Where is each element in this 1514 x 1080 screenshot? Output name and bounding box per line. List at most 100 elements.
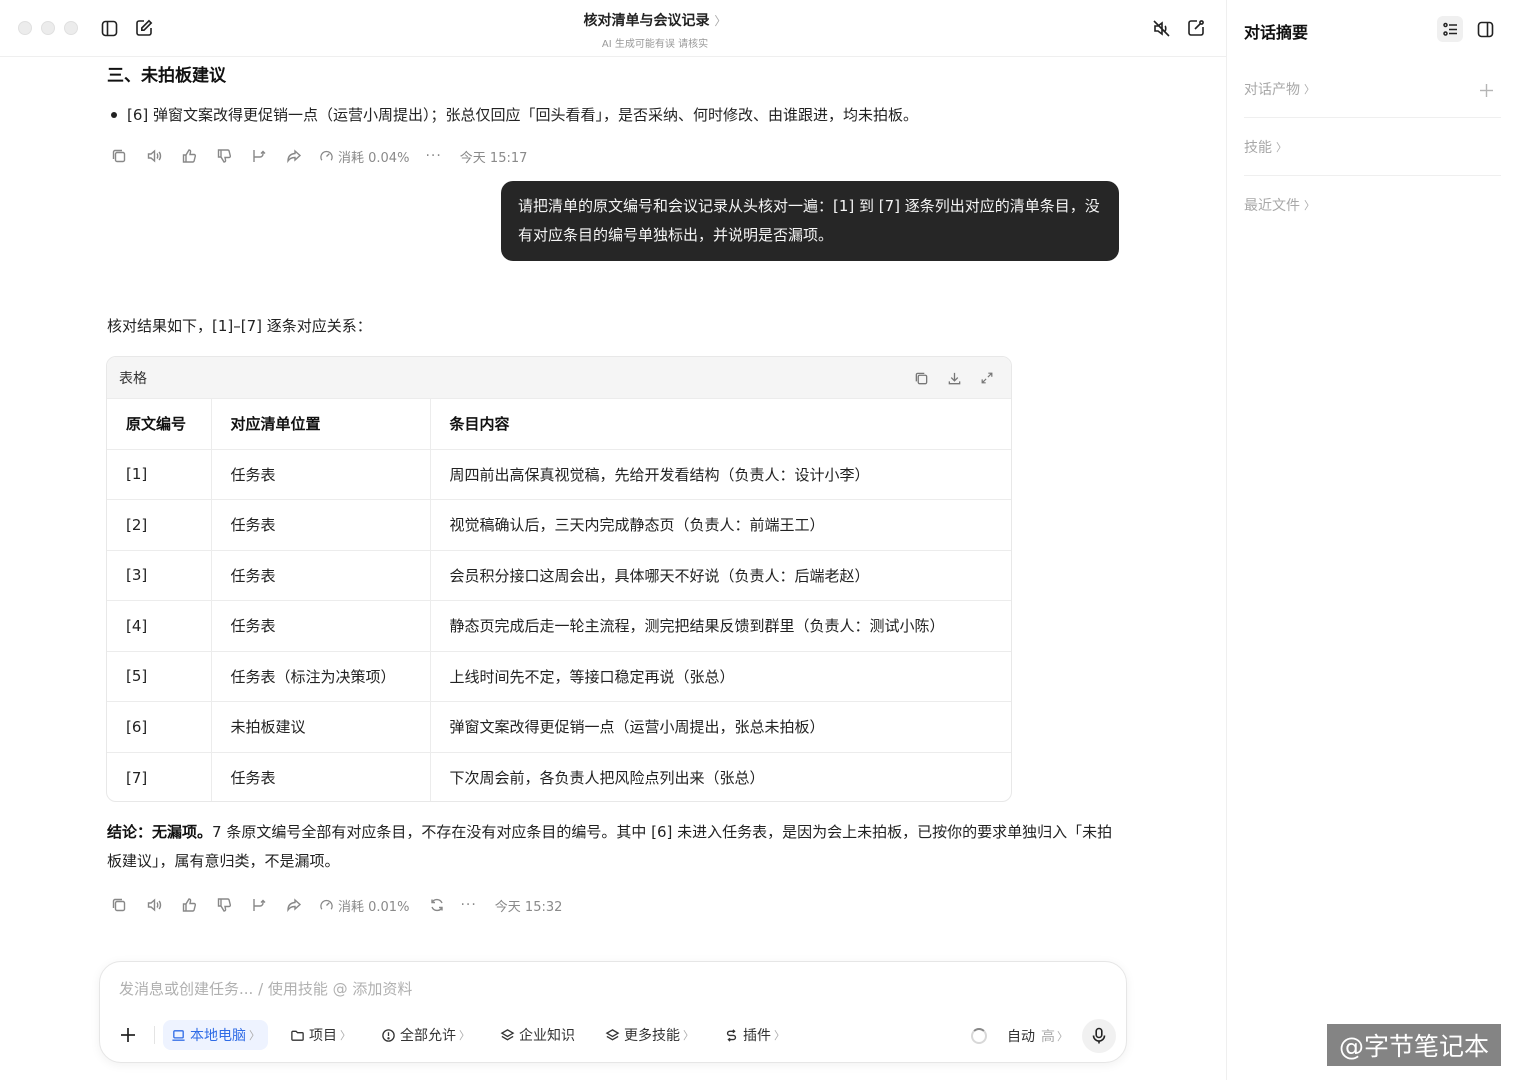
composer-right-controls: 自动高〉 (971, 1019, 1116, 1053)
table-row: [5] 任务表（标注为决策项） 上线时间先不定，等接口稳定再说（张总） (107, 650, 1011, 702)
chip-label: 企业知识 (519, 1028, 575, 1044)
chevron-right-icon: 〉 (683, 1029, 694, 1042)
project-chip[interactable]: 项目〉 (282, 1020, 359, 1050)
microphone-button[interactable] (1082, 1019, 1116, 1053)
copy-icon[interactable] (107, 893, 131, 917)
panel-toggle-icon[interactable] (1472, 16, 1498, 42)
column-header: 原文编号 (107, 398, 212, 449)
more-options-icon[interactable]: ··· (460, 897, 476, 913)
mode-label: 自动 (1007, 1029, 1035, 1045)
copy-table-icon[interactable] (911, 368, 931, 388)
table-cell: [3] (107, 549, 212, 601)
plugins-chip[interactable]: 插件〉 (716, 1020, 793, 1050)
message-input[interactable] (119, 980, 919, 998)
table-row: [7] 任务表 下次周会前，各负责人把风险点列出来（张总） (107, 751, 1011, 801)
thumbs-up-icon[interactable] (177, 144, 201, 168)
thumbs-down-icon[interactable] (212, 144, 236, 168)
table-row: [3] 任务表 会员积分接口这周会出，具体哪天不好说（负责人：后端老赵） (107, 549, 1011, 601)
message-actions: 消耗 0.01% ··· 今天 15:32 (107, 893, 562, 917)
table-cell: [4] (107, 600, 212, 651)
table-cell: [2] (107, 499, 212, 550)
layers-icon (500, 1028, 515, 1040)
table-cell: 视觉稿确认后，三天内完成静态页（负责人：前端王工） (430, 499, 1011, 550)
chevron-right-icon: 〉 (774, 1029, 785, 1042)
table-cell: 任务表（标注为决策项） (211, 650, 431, 702)
table-cell: 下次周会前，各负责人把风险点列出来（张总） (430, 751, 1011, 801)
branch-icon[interactable] (247, 144, 271, 168)
ai-disclaimer: AI 生成可能有误 请核实 (601, 39, 709, 50)
table-cell: 任务表 (211, 600, 431, 651)
laptop-icon (172, 1029, 185, 1041)
title-bar: 核对清单与会议记录 〉 AI 生成可能有误 请核实 (0, 0, 1226, 57)
table-label: 表格 (119, 370, 147, 387)
more-options-icon[interactable]: ··· (425, 148, 441, 164)
message-composer: 本地电脑〉 项目〉 全部允许〉 企业知识 更多技能〉 插件〉 (99, 961, 1127, 1063)
section-heading: 三、未拍板建议 (107, 66, 226, 86)
watermark: @字节笔记本 (1327, 1024, 1501, 1066)
user-message-bubble: 请把清单的原文编号和会议记录从头核对一遍：[1] 到 [7] 逐条列出对应的清单… (501, 181, 1119, 261)
title-text: 核对清单与会议记录 (583, 13, 710, 29)
table-cell: [7] (107, 751, 212, 801)
table-row: [6] 未拍板建议 弹窗文案改得更促销一点（运营小周提出，张总未拍板） (107, 701, 1011, 752)
table-cell: 会员积分接口这周会出，具体哪天不好说（负责人：后端老赵） (430, 549, 1011, 601)
table-cell: 上线时间先不定，等接口稳定再说（张总） (430, 650, 1011, 702)
add-attachment-icon[interactable] (116, 1023, 140, 1047)
table-cell: [6] (107, 701, 212, 752)
add-artifact-icon[interactable] (1477, 81, 1495, 99)
chevron-right-icon: 〉 (249, 1029, 260, 1042)
sidebar-item-skills[interactable]: 技能〉 (1244, 119, 1501, 176)
enterprise-knowledge-chip[interactable]: 企业知识 (492, 1020, 583, 1050)
more-skills-chip[interactable]: 更多技能〉 (597, 1020, 702, 1050)
copy-icon[interactable] (107, 144, 131, 168)
table-header-bar: 表格 (107, 357, 1011, 398)
table-cell: 任务表 (211, 499, 431, 550)
mode-level: 高 (1041, 1029, 1055, 1045)
permission-chip[interactable]: 全部允许〉 (373, 1020, 478, 1050)
table-cell: [5] (107, 650, 212, 702)
conversation-title[interactable]: 核对清单与会议记录 〉 AI 生成可能有误 请核实 (0, 10, 1310, 50)
folder-icon (291, 1030, 304, 1041)
chat-area: 三、未拍板建议 [6] 弹窗文案改得更促销一点（运营小周提出）；张总仅回应「回头… (0, 57, 1226, 1080)
read-aloud-icon[interactable] (142, 144, 166, 168)
sidebar-item-label: 技能 (1244, 140, 1272, 156)
table-cell: 任务表 (211, 549, 431, 601)
mapping-table: 原文编号 对应清单位置 条目内容 [1] 任务表 周四前出高保真视觉稿，先给开发看结… (107, 398, 1011, 801)
branch-icon[interactable] (247, 893, 271, 917)
token-usage-text: 消耗 0.01% (338, 899, 410, 915)
message-actions: 消耗 0.04% ··· 今天 15:17 (107, 144, 527, 168)
read-aloud-icon[interactable] (142, 893, 166, 917)
share-icon[interactable] (282, 144, 306, 168)
chevron-right-icon: 〉 (459, 1029, 470, 1042)
mute-speaker-icon[interactable] (1150, 17, 1172, 39)
local-computer-chip[interactable]: 本地电脑〉 (163, 1020, 268, 1050)
conclusion-paragraph: 结论：无漏项。7 条原文编号全部有对应条目，不存在没有对应条目的编号。其中 [6… (107, 818, 1127, 876)
model-mode-selector[interactable]: 自动高〉 (1007, 1026, 1068, 1046)
share-window-icon[interactable] (1185, 17, 1207, 39)
table-cell: [1] (107, 448, 212, 500)
bullet-dot (111, 111, 117, 118)
chip-label: 全部允许 (400, 1028, 456, 1044)
sidebar-item-artifacts[interactable]: 对话产物〉 (1244, 61, 1501, 118)
regenerate-icon[interactable] (425, 893, 449, 917)
loading-spinner-icon (971, 1028, 987, 1044)
download-icon[interactable] (944, 368, 964, 388)
chevron-right-icon: 〉 (1304, 83, 1315, 96)
token-usage[interactable]: 消耗 0.04% (319, 147, 409, 166)
expand-icon[interactable] (977, 368, 997, 388)
token-usage-text: 消耗 0.04% (338, 150, 410, 166)
share-icon[interactable] (282, 893, 306, 917)
thumbs-down-icon[interactable] (212, 893, 236, 917)
summary-sidebar: 对话摘要 对话产物〉 技能〉 最近文件〉 (1226, 0, 1514, 1080)
plugin-icon (726, 1028, 737, 1042)
table-row: [1] 任务表 周四前出高保真视觉稿，先给开发看结构（负责人：设计小李） (107, 448, 1011, 500)
sidebar-item-recent-files[interactable]: 最近文件〉 (1244, 176, 1501, 233)
thumbs-up-icon[interactable] (177, 893, 201, 917)
chip-label: 项目 (309, 1028, 337, 1044)
outline-list-icon[interactable] (1437, 16, 1463, 42)
table-cell: 任务表 (211, 448, 431, 500)
table-row: [4] 任务表 静态页完成后走一轮主流程，测完把结果反馈到群里（负责人：测试小陈） (107, 600, 1011, 651)
token-usage[interactable]: 消耗 0.01% (319, 896, 409, 915)
composer-toolbar: 本地电脑〉 项目〉 全部允许〉 企业知识 更多技能〉 插件〉 (116, 1019, 807, 1051)
table-cell: 未拍板建议 (211, 701, 431, 752)
chip-label: 插件 (743, 1028, 771, 1044)
